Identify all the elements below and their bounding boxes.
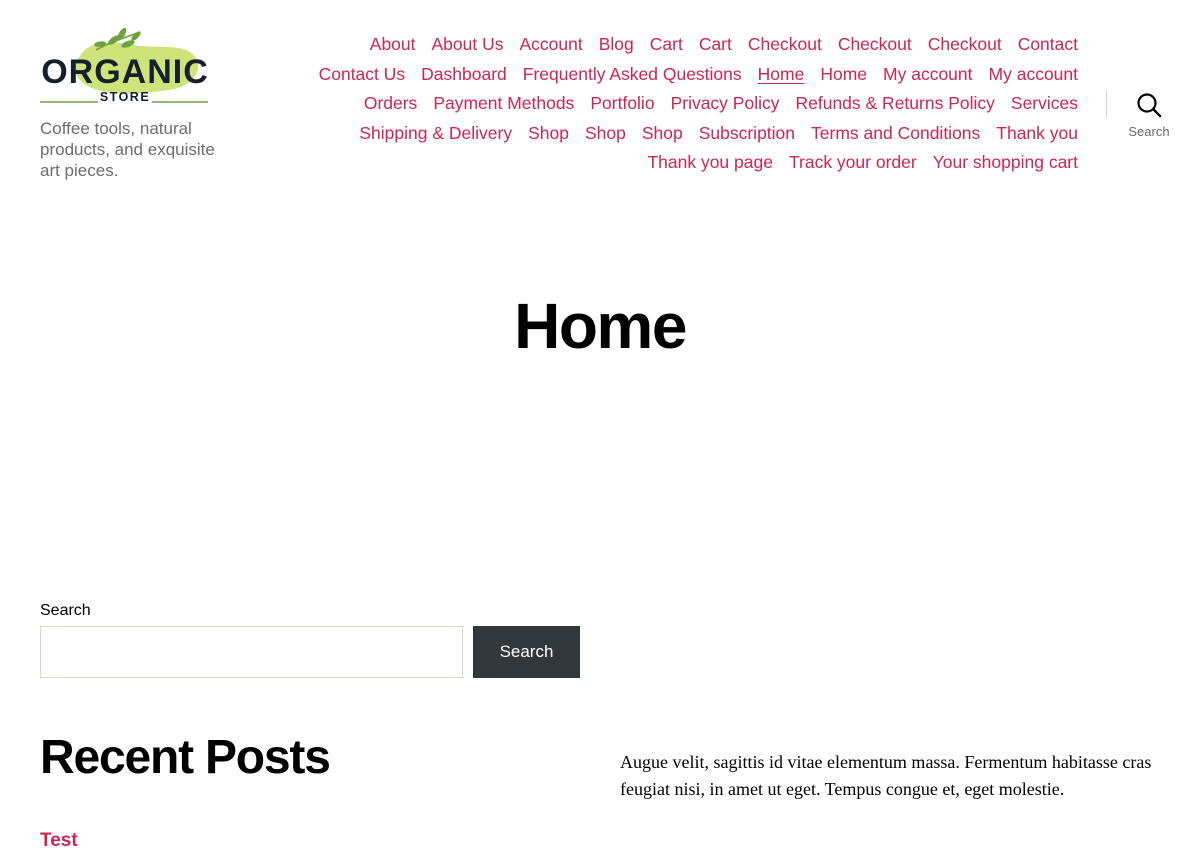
search-widget-label: Search <box>40 602 91 619</box>
nav-item: Blog <box>599 30 634 60</box>
nav-item: Shop <box>585 119 626 149</box>
nav-link[interactable]: Shipping & Delivery <box>359 123 512 143</box>
nav-item: Payment Methods <box>433 89 574 119</box>
nav-item: Thank you page <box>647 148 773 178</box>
nav-link[interactable]: Contact <box>1018 34 1078 54</box>
nav-item: Cart <box>699 30 732 60</box>
nav-item: Checkout <box>748 30 822 60</box>
nav-link[interactable]: Cart <box>650 34 683 54</box>
nav-link[interactable]: Thank you <box>996 123 1078 143</box>
nav-link[interactable]: Portfolio <box>590 93 654 113</box>
nav-link[interactable]: Thank you page <box>647 152 773 172</box>
recent-post-link[interactable]: Test <box>40 830 78 852</box>
nav-link[interactable]: Subscription <box>699 123 795 143</box>
site-logo[interactable]: ORGANIC STORE <box>40 26 210 106</box>
nav-item: Home <box>820 60 867 90</box>
nav-item: Checkout <box>928 30 1002 60</box>
nav-item: About <box>370 30 416 60</box>
nav-link[interactable]: Home <box>758 64 805 84</box>
nav-item: Portfolio <box>590 89 654 119</box>
nav-link[interactable]: Privacy Policy <box>671 93 780 113</box>
nav-item: Orders <box>364 89 417 119</box>
nav-link[interactable]: Checkout <box>838 34 912 54</box>
nav-item: Home <box>758 60 805 90</box>
nav-item: Services <box>1011 89 1078 119</box>
nav-item: Thank you <box>996 119 1078 149</box>
nav-link[interactable]: Checkout <box>748 34 822 54</box>
search-widget-input[interactable] <box>40 626 463 678</box>
nav-item: Contact Us <box>319 60 406 90</box>
paragraph-block: Augue velit, sagittis id vitae elementum… <box>620 752 1152 799</box>
site-tagline: Coffee tools, natural products, and exqu… <box>40 119 215 180</box>
nav-item: Your shopping cart <box>933 148 1078 178</box>
nav-item: Terms and Conditions <box>811 119 980 149</box>
nav-link[interactable]: Shop <box>642 123 683 143</box>
nav-link[interactable]: About <box>370 34 416 54</box>
nav-item: Account <box>519 30 582 60</box>
nav-item: Shop <box>528 119 569 149</box>
nav-item: My account <box>883 60 972 90</box>
nav-item: Checkout <box>838 30 912 60</box>
nav-link[interactable]: Checkout <box>928 34 1002 54</box>
primary-menu: About About Us Account Blog Cart Cart Checkout… <box>270 30 1078 178</box>
search-icon <box>1137 93 1162 118</box>
nav-item: Frequently Asked Questions <box>523 60 742 90</box>
nav-item: About Us <box>432 30 504 60</box>
svg-text:ORGANIC: ORGANIC <box>41 53 209 91</box>
nav-link[interactable]: Shop <box>528 123 569 143</box>
svg-text:STORE: STORE <box>100 90 150 104</box>
nav-link[interactable]: Shop <box>585 123 626 143</box>
site-header: ORGANIC STORE Coffee tools, natural prod… <box>0 0 1200 200</box>
nav-link[interactable]: Cart <box>699 34 732 54</box>
nav-link[interactable]: About Us <box>432 34 504 54</box>
page-title: Home <box>514 290 687 362</box>
nav-link[interactable]: Home <box>820 64 867 84</box>
nav-link[interactable]: Blog <box>599 34 634 54</box>
nav-item: My account <box>989 60 1078 90</box>
search-widget-button[interactable]: Search <box>473 626 580 678</box>
nav-link[interactable]: Refunds & Returns Policy <box>795 93 994 113</box>
nav-link[interactable]: Track your order <box>789 152 917 172</box>
nav-link[interactable]: Contact Us <box>319 64 406 84</box>
nav-link[interactable]: Terms and Conditions <box>811 123 980 143</box>
nav-link[interactable]: My account <box>989 64 1078 84</box>
nav-item: Privacy Policy <box>671 89 780 119</box>
recent-posts-heading: Recent Posts <box>40 731 331 784</box>
primary-navigation: About About Us Account Blog Cart Cart Checkout… <box>270 30 1078 178</box>
organic-store-logo-icon: ORGANIC STORE <box>40 27 209 104</box>
nav-item: Subscription <box>699 119 795 149</box>
nav-item: Dashboard <box>421 60 507 90</box>
header-divider <box>1106 90 1107 118</box>
header-search-label: Search <box>1128 124 1170 139</box>
nav-link[interactable]: Account <box>519 34 582 54</box>
nav-link[interactable]: Dashboard <box>421 64 507 84</box>
nav-item: Shipping & Delivery <box>359 119 512 149</box>
nav-link[interactable]: Your shopping cart <box>933 152 1078 172</box>
nav-item: Shop <box>642 119 683 149</box>
nav-link[interactable]: My account <box>883 64 972 84</box>
nav-item: Refunds & Returns Policy <box>795 89 994 119</box>
nav-item: Contact <box>1018 30 1078 60</box>
header-search-toggle[interactable]: Search <box>1118 90 1180 140</box>
nav-link[interactable]: Frequently Asked Questions <box>523 64 742 84</box>
nav-link[interactable]: Services <box>1011 93 1078 113</box>
nav-item: Track your order <box>789 148 917 178</box>
nav-item: Cart <box>650 30 683 60</box>
nav-link[interactable]: Payment Methods <box>433 93 574 113</box>
nav-link[interactable]: Orders <box>364 93 417 113</box>
